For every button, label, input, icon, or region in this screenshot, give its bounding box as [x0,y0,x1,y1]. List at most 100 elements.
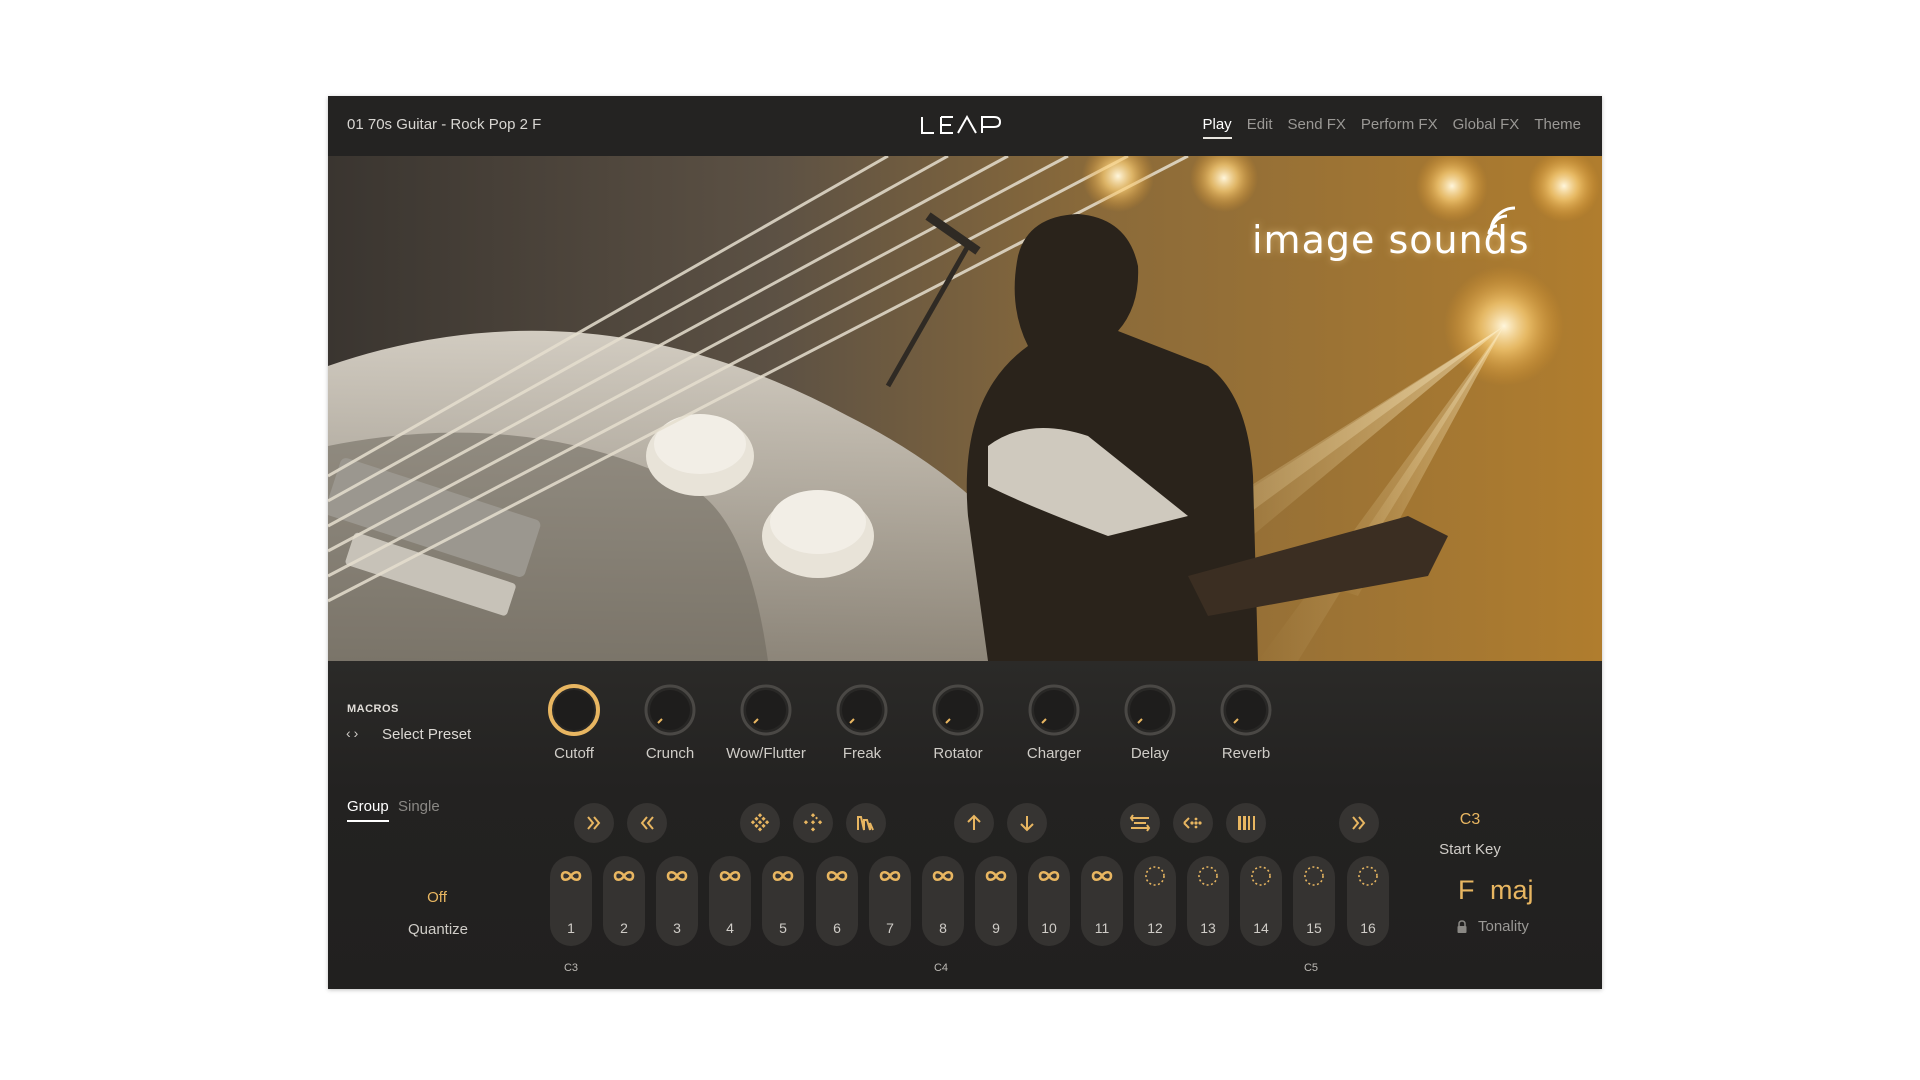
pulse-wave-icon [857,816,874,831]
pad-number: 10 [1041,920,1057,936]
knob-label: Delay [1130,745,1170,762]
pad-8[interactable]: 8 [922,856,964,946]
fx-button-rewind[interactable] [627,803,667,843]
infinity-icon [666,870,688,882]
pad-number: 5 [779,920,787,936]
infinity-icon [1038,870,1060,882]
header-bar: 01 70s Guitar - Rock Pop 2 F Play Edit S… [328,96,1602,156]
macro-knob-charger[interactable]: Charger [1009,683,1099,773]
pad-number: 8 [939,920,947,936]
pad-number: 14 [1253,920,1269,936]
pad-3[interactable]: 3 [656,856,698,946]
quantize-label: Quantize [407,921,469,938]
quantize-value[interactable]: Off [418,889,456,906]
knob-label: Wow/Flutter [726,745,806,762]
select-preset[interactable]: Select Preset [382,726,471,743]
tab-global-fx[interactable]: Global FX [1453,116,1520,139]
macro-knob-crunch[interactable]: Crunch [625,683,715,773]
macro-knob-wow-flutter[interactable]: Wow/Flutter [721,683,811,773]
knob-dial[interactable] [739,683,793,737]
preset-nav-arrows[interactable]: ‹› [346,725,361,741]
chevron-left-icon[interactable]: ‹ [346,725,354,741]
pad-number: 7 [886,920,894,936]
pad-16[interactable]: 16 [1347,856,1389,946]
pad-number: 12 [1147,920,1163,936]
fx-button-scatter[interactable] [793,803,833,843]
infinity-icon [985,870,1007,882]
knob-label: Reverb [1221,745,1271,762]
fx-button-gate[interactable] [1226,803,1266,843]
tab-send-fx[interactable]: Send FX [1288,116,1346,139]
tab-theme[interactable]: Theme [1534,116,1581,139]
pad-number: 2 [620,920,628,936]
rewind-icon [640,816,654,830]
pad-number: 16 [1360,920,1376,936]
pad-4[interactable]: 4 [709,856,751,946]
macro-knob-freak[interactable]: Freak [817,683,907,773]
infinity-icon [932,870,954,882]
infinity-icon [1091,870,1113,882]
knob-dial[interactable] [1027,683,1081,737]
chevron-right-icon[interactable]: › [354,725,362,741]
pitch-up-icon [967,814,981,830]
infinity-icon [560,870,582,882]
pad-9[interactable]: 9 [975,856,1017,946]
pad-14[interactable]: 14 [1240,856,1282,946]
fx-button-reverse-dots[interactable] [1173,803,1213,843]
pad-5[interactable]: 5 [762,856,804,946]
macro-knob-rotator[interactable]: Rotator [913,683,1003,773]
dashed-circle-icon [1198,866,1218,886]
knob-dial[interactable] [931,683,985,737]
fx-button-fast-forward-2[interactable] [1339,803,1379,843]
pad-number: 1 [567,920,575,936]
pad-10[interactable]: 10 [1028,856,1070,946]
knob-label: Rotator [933,745,983,762]
pad-11[interactable]: 11 [1081,856,1123,946]
fx-button-fast-forward[interactable] [574,803,614,843]
fast-forward-icon [1352,816,1366,830]
tonality-mode[interactable]: maj [1490,875,1534,906]
reverse-loop-icon [1129,814,1151,832]
octave-label-c3: C3 [563,962,579,974]
tonality-root[interactable]: F [1458,875,1475,906]
pad-13[interactable]: 13 [1187,856,1229,946]
stutter-diamond-icon [750,813,770,832]
octave-label-c4: C4 [933,962,949,974]
tab-perform-fx[interactable]: Perform FX [1361,116,1438,139]
knob-dial[interactable] [1123,683,1177,737]
pad-number: 6 [833,920,841,936]
fx-button-pulse[interactable] [846,803,886,843]
infinity-icon [772,870,794,882]
fx-button-pitch-down[interactable] [1007,803,1047,843]
pad-1[interactable]: 1 [550,856,592,946]
pad-6[interactable]: 6 [816,856,858,946]
knob-dial[interactable] [835,683,889,737]
fx-button-pitch-up[interactable] [954,803,994,843]
start-key-value[interactable]: C3 [1440,811,1500,829]
pad-7[interactable]: 7 [869,856,911,946]
macro-knob-reverb[interactable]: Reverb [1201,683,1291,773]
macro-knob-delay[interactable]: Delay [1105,683,1195,773]
gate-bars-icon [1238,816,1255,830]
pad-12[interactable]: 12 [1134,856,1176,946]
knob-dial[interactable] [1219,683,1273,737]
dashed-circle-icon [1251,866,1271,886]
macro-knob-cutoff[interactable]: Cutoff [529,683,619,773]
tab-edit[interactable]: Edit [1247,116,1273,139]
fx-button-stutter[interactable] [740,803,780,843]
infinity-icon [613,870,635,882]
knob-dial[interactable] [643,683,697,737]
main-nav: Play Edit Send FX Perform FX Global FX T… [1202,116,1581,139]
tab-group[interactable]: Group [347,798,389,822]
tab-single[interactable]: Single [398,798,440,815]
tonality-label: Tonality [1478,918,1529,935]
tab-play[interactable]: Play [1202,116,1232,139]
fx-button-reverse-loop[interactable] [1120,803,1160,843]
preset-name[interactable]: 01 70s Guitar - Rock Pop 2 F [347,116,541,133]
knob-dial[interactable] [547,683,601,737]
pitch-down-icon [1020,816,1034,832]
pad-15[interactable]: 15 [1293,856,1335,946]
pad-2[interactable]: 2 [603,856,645,946]
reverse-dots-icon [1183,817,1202,829]
lock-icon[interactable] [1456,920,1468,934]
